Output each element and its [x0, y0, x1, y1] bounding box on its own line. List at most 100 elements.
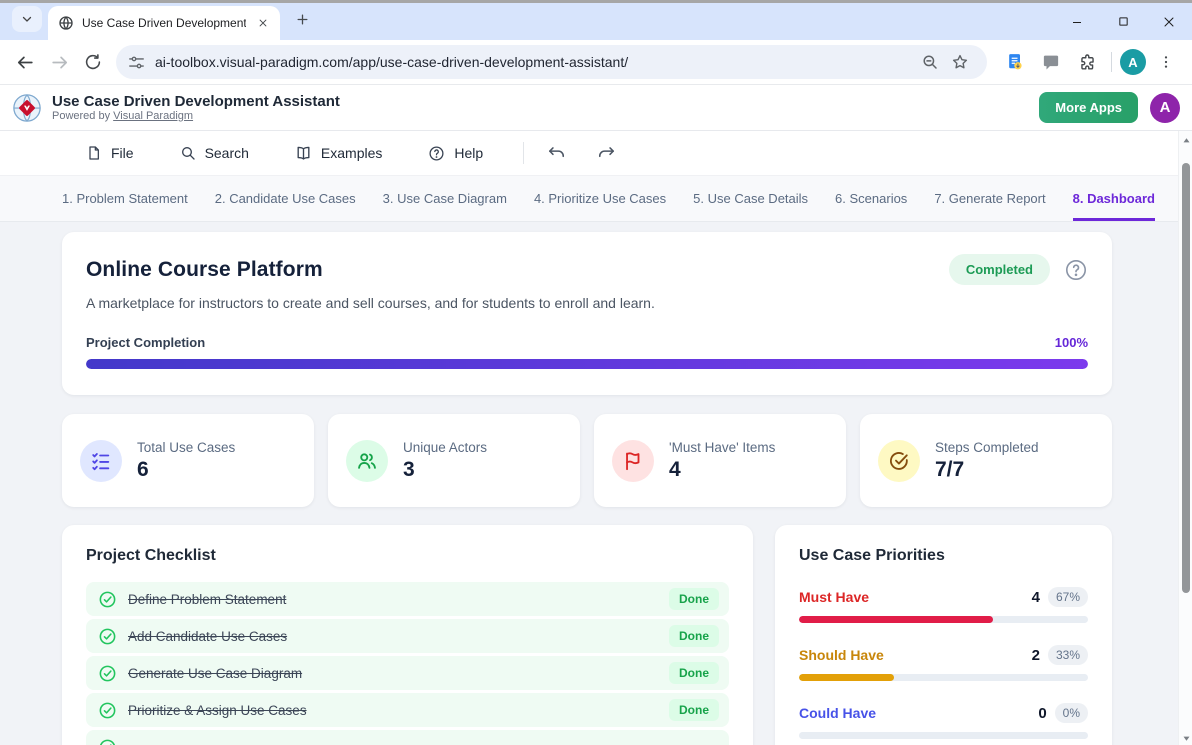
menu-divider	[523, 142, 524, 164]
priority-could-have: Could Have 0 0%	[799, 703, 1088, 739]
tab-candidate-use-cases[interactable]: 2. Candidate Use Cases	[215, 176, 356, 221]
priority-percent-badge: 0%	[1055, 703, 1088, 723]
check-circle-icon	[98, 627, 117, 646]
zoom-out-icon[interactable]	[915, 47, 945, 77]
forward-icon[interactable]	[42, 45, 76, 79]
stat-must-have-items: 'Must Have' Items 4	[594, 414, 846, 507]
scroll-down-icon[interactable]	[1179, 731, 1192, 745]
scroll-up-icon[interactable]	[1179, 133, 1192, 147]
minimize-button[interactable]	[1054, 3, 1100, 40]
checklist-icon	[80, 440, 122, 482]
tab-close-icon[interactable]	[254, 14, 272, 32]
completion-label: Project Completion	[86, 335, 1055, 350]
reload-icon[interactable]	[76, 45, 110, 79]
priority-progressbar	[799, 616, 1088, 623]
new-tab-button[interactable]	[288, 6, 316, 34]
chevron-down-icon	[21, 13, 33, 25]
priority-progress-fill	[799, 674, 894, 681]
search-icon	[180, 145, 196, 161]
tab-search-button[interactable]	[12, 6, 42, 32]
tab-dashboard[interactable]: 8. Dashboard	[1073, 176, 1155, 221]
use-case-priorities-panel: Use Case Priorities Must Have 4 67% Shou…	[775, 525, 1112, 745]
menu-help[interactable]: Help	[414, 136, 497, 171]
tab-use-case-diagram[interactable]: 3. Use Case Diagram	[383, 176, 507, 221]
dashboard-content: Online Course Platform Completed A marke…	[0, 222, 1192, 745]
priority-must-have: Must Have 4 67%	[799, 587, 1088, 623]
site-settings-icon[interactable]	[128, 54, 145, 71]
priority-label: Should Have	[799, 647, 1032, 663]
help-circle-icon[interactable]	[1064, 258, 1088, 282]
project-description: A marketplace for instructors to create …	[86, 295, 1088, 311]
app-user-avatar[interactable]: A	[1150, 93, 1180, 123]
tab-problem-statement[interactable]: 1. Problem Statement	[62, 176, 188, 221]
help-icon	[428, 145, 445, 162]
tab-use-case-details[interactable]: 5. Use Case Details	[693, 176, 808, 221]
stat-total-use-cases: Total Use Cases 6	[62, 414, 314, 507]
list-item: Generate Use Case Diagram Done	[86, 656, 729, 690]
priority-progress-fill	[799, 616, 993, 623]
scrollbar-thumb[interactable]	[1182, 163, 1190, 593]
steps-tabbar: 1. Problem Statement 2. Candidate Use Ca…	[0, 175, 1192, 222]
completion-progressbar	[86, 359, 1088, 369]
close-button[interactable]	[1146, 3, 1192, 40]
priority-progressbar	[799, 674, 1088, 681]
menu-search[interactable]: Search	[166, 136, 263, 170]
project-name: Online Course Platform	[86, 258, 949, 282]
priorities-title: Use Case Priorities	[799, 547, 1088, 565]
priority-label: Could Have	[799, 705, 1038, 721]
list-item-partial	[86, 730, 729, 745]
project-summary-card: Online Course Platform Completed A marke…	[62, 232, 1112, 395]
priority-should-have: Should Have 2 33%	[799, 645, 1088, 681]
tab-title: Use Case Driven Development Assistant	[82, 16, 246, 30]
checklist-item-label: Generate Use Case Diagram	[128, 666, 302, 681]
app-title: Use Case Driven Development Assistant	[52, 93, 340, 110]
feedback-icon[interactable]	[1035, 46, 1067, 78]
tab-scenarios[interactable]: 6. Scenarios	[835, 176, 907, 221]
status-badge: Completed	[949, 254, 1050, 285]
priority-count: 4	[1032, 589, 1040, 606]
completion-progress-fill	[86, 359, 1088, 369]
extensions-puzzle-icon[interactable]	[1071, 46, 1103, 78]
priority-count: 2	[1032, 647, 1040, 664]
tab-prioritize-use-cases[interactable]: 4. Prioritize Use Cases	[534, 176, 666, 221]
stat-unique-actors: Unique Actors 3	[328, 414, 580, 507]
check-circle-icon	[878, 440, 920, 482]
check-circle-icon	[98, 664, 117, 683]
visual-paradigm-link[interactable]: Visual Paradigm	[113, 110, 193, 122]
priority-count: 0	[1038, 705, 1046, 722]
maximize-button[interactable]	[1100, 3, 1146, 40]
flag-icon	[612, 440, 654, 482]
stat-label: 'Must Have' Items	[669, 440, 775, 455]
undo-icon[interactable]	[538, 137, 574, 169]
tab-generate-report[interactable]: 7. Generate Report	[934, 176, 1045, 221]
url-bar[interactable]: ai-toolbox.visual-paradigm.com/app/use-c…	[116, 45, 987, 79]
visual-paradigm-logo	[12, 93, 42, 123]
done-badge: Done	[669, 699, 719, 721]
menu-file[interactable]: File	[72, 136, 148, 170]
more-apps-button[interactable]: More Apps	[1039, 92, 1138, 123]
url-text[interactable]: ai-toolbox.visual-paradigm.com/app/use-c…	[155, 54, 915, 70]
check-circle-icon	[98, 590, 117, 609]
stat-value: 4	[669, 458, 775, 482]
page-scrollbar[interactable]	[1178, 131, 1192, 745]
book-icon	[295, 145, 312, 162]
done-badge: Done	[669, 662, 719, 684]
stat-value: 6	[137, 458, 235, 482]
menu-examples[interactable]: Examples	[281, 136, 396, 171]
check-circle-icon	[98, 738, 117, 745]
checklist-item-label: Add Candidate Use Cases	[128, 629, 287, 644]
browser-profile-avatar[interactable]: A	[1120, 49, 1146, 75]
browser-toolbar: ai-toolbox.visual-paradigm.com/app/use-c…	[0, 40, 1192, 85]
priority-percent-badge: 67%	[1048, 587, 1088, 607]
globe-favicon	[58, 15, 74, 31]
project-checklist-panel: Project Checklist Define Problem Stateme…	[62, 525, 753, 745]
back-icon[interactable]	[8, 45, 42, 79]
stat-steps-completed: Steps Completed 7/7	[860, 414, 1112, 507]
browser-menu-kebab-icon[interactable]	[1150, 46, 1182, 78]
priority-percent-badge: 33%	[1048, 645, 1088, 665]
browser-tab[interactable]: Use Case Driven Development Assistant	[48, 6, 280, 40]
bookmark-star-icon[interactable]	[945, 47, 975, 77]
powered-by: Powered by Visual Paradigm	[52, 110, 340, 122]
docs-offline-extension-icon[interactable]	[999, 46, 1031, 78]
redo-icon[interactable]	[588, 137, 624, 169]
